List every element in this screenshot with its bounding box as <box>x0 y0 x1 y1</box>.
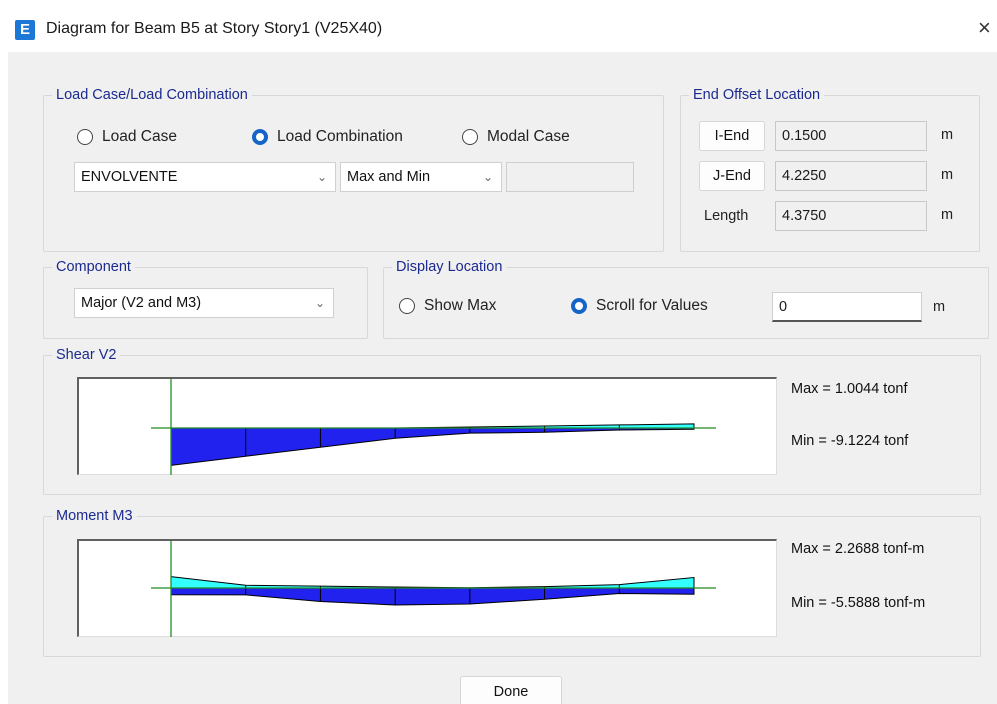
radio-load-case-label: Load Case <box>102 128 177 145</box>
j-end-value: 4.2250 <box>775 161 927 191</box>
moment-diagram-svg <box>151 541 716 637</box>
length-unit: m <box>941 207 954 223</box>
max-min-select-value: Max and Min <box>347 169 431 185</box>
chevron-down-icon: ⌄ <box>314 296 325 310</box>
component-select-value: Major (V2 and M3) <box>81 295 202 311</box>
disabled-field <box>506 162 634 192</box>
length-label: Length <box>704 208 749 224</box>
i-end-value: 0.1500 <box>775 121 927 151</box>
end-offset-group: End Offset Location I-End 0.1500 m J-End… <box>680 86 980 252</box>
close-icon[interactable]: × <box>978 16 991 40</box>
shear-diagram <box>77 377 777 475</box>
shear-diagram-svg <box>151 379 716 475</box>
component-group-label: Component <box>52 258 135 276</box>
shear-max-readout: Max = 1.0044 tonf <box>791 381 908 397</box>
i-end-button[interactable]: I-End <box>699 121 765 151</box>
positive-envelope <box>170 576 695 589</box>
component-group: Component Major (V2 and M3) ⌄ <box>43 258 368 339</box>
combination-select-value: ENVOLVENTE <box>81 169 178 185</box>
component-select[interactable]: Major (V2 and M3) ⌄ <box>74 288 334 318</box>
moment-min-readout: Min = -5.5888 tonf-m <box>791 595 926 611</box>
app-logo-icon: E <box>15 20 35 40</box>
radio-show-max-label: Show Max <box>424 297 497 314</box>
radio-scroll-values[interactable]: Scroll for Values <box>571 297 708 315</box>
length-value: 4.3750 <box>775 201 927 231</box>
chevron-down-icon: ⌄ <box>316 170 327 184</box>
negative-envelope <box>170 427 695 466</box>
shear-min-readout: Min = -9.1224 tonf <box>791 433 909 449</box>
moment-group-label: Moment M3 <box>52 507 137 525</box>
moment-diagram <box>77 539 777 637</box>
display-location-group-label: Display Location <box>392 258 507 276</box>
radio-indicator-selected <box>571 298 587 314</box>
i-end-unit: m <box>941 127 954 143</box>
max-min-select[interactable]: Max and Min ⌄ <box>340 162 502 192</box>
radio-load-combination[interactable]: Load Combination <box>252 128 403 146</box>
j-end-unit: m <box>941 167 954 183</box>
moment-group: Moment M3 Max = 2.2688 tonf-m Min = -5.5… <box>43 507 981 657</box>
j-end-button[interactable]: J-End <box>699 161 765 191</box>
combination-select[interactable]: ENVOLVENTE ⌄ <box>74 162 336 192</box>
title-bar: E Diagram for Beam B5 at Story Story1 (V… <box>0 0 997 52</box>
display-location-group: Display Location Show Max Scroll for Val… <box>383 258 989 339</box>
location-input[interactable]: 0 <box>772 292 922 322</box>
radio-load-combination-label: Load Combination <box>277 128 403 145</box>
end-offset-group-label: End Offset Location <box>689 86 825 104</box>
radio-show-max[interactable]: Show Max <box>399 297 496 315</box>
shear-group: Shear V2 Max = 1.0044 tonf Min = -9.1224… <box>43 346 981 495</box>
radio-modal-case-label: Modal Case <box>487 128 570 145</box>
load-case-group-label: Load Case/Load Combination <box>52 86 252 104</box>
radio-modal-case[interactable]: Modal Case <box>462 128 570 146</box>
radio-indicator-selected <box>252 129 268 145</box>
radio-indicator <box>399 298 415 314</box>
radio-indicator <box>77 129 93 145</box>
radio-load-case[interactable]: Load Case <box>77 128 177 146</box>
location-unit: m <box>933 299 946 315</box>
window-title: Diagram for Beam B5 at Story Story1 (V25… <box>46 20 383 37</box>
radio-scroll-values-label: Scroll for Values <box>596 297 708 314</box>
negative-envelope <box>170 587 695 606</box>
dialog-body: Load Case/Load Combination Load Case Loa… <box>8 52 997 704</box>
shear-group-label: Shear V2 <box>52 346 121 364</box>
radio-indicator <box>462 129 478 145</box>
moment-max-readout: Max = 2.2688 tonf-m <box>791 541 925 557</box>
load-case-group: Load Case/Load Combination Load Case Loa… <box>43 86 664 252</box>
done-button[interactable]: Done <box>460 676 562 704</box>
chevron-down-icon: ⌄ <box>482 170 493 184</box>
